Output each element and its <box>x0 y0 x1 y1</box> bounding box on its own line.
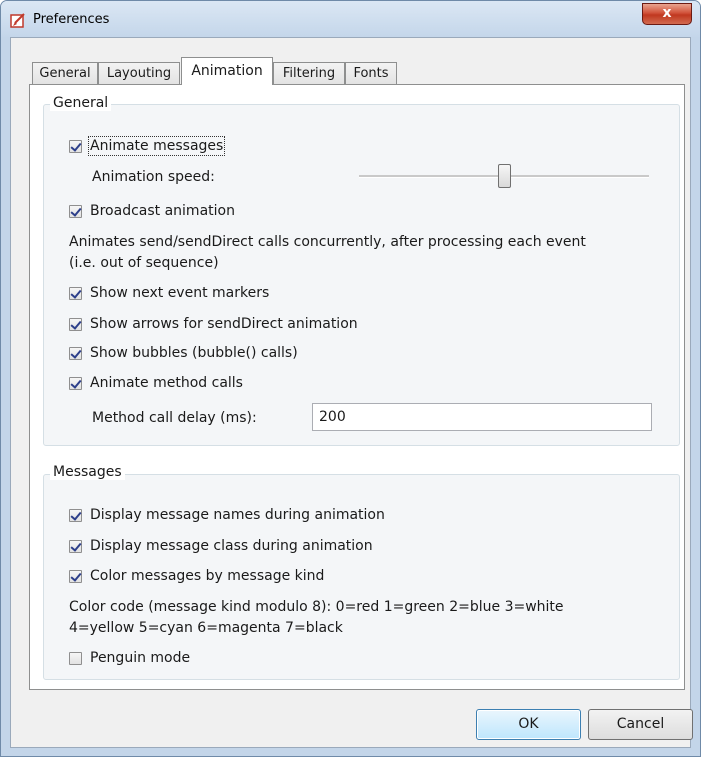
tab-label: General <box>39 66 91 81</box>
checkbox-label: Display message names during animation <box>90 507 385 523</box>
checkbox-box[interactable] <box>69 376 82 390</box>
method-call-delay-input[interactable]: 200 <box>312 403 652 431</box>
tab-layouting[interactable]: Layouting <box>98 62 180 84</box>
checkbox-box[interactable] <box>69 346 82 360</box>
animate-method-calls-checkbox[interactable]: Animate method calls <box>69 373 243 393</box>
display-message-class-checkbox[interactable]: Display message class during animation <box>69 536 373 556</box>
display-message-names-checkbox[interactable]: Display message names during animation <box>69 505 385 525</box>
show-bubbles-checkbox[interactable]: Show bubbles (bubble() calls) <box>69 343 298 363</box>
checkbox-box[interactable] <box>69 139 82 153</box>
tab-label: Animation <box>191 63 263 79</box>
ok-button[interactable]: OK <box>476 709 581 740</box>
checkbox-box[interactable] <box>69 204 82 218</box>
broadcast-description-line1: Animates send/sendDirect calls concurren… <box>69 234 586 250</box>
window-title: Preferences <box>33 12 110 27</box>
tab-general[interactable]: General <box>32 62 98 84</box>
checkbox-box[interactable] <box>69 286 82 300</box>
tab-label: Fonts <box>353 66 389 81</box>
color-by-kind-checkbox[interactable]: Color messages by message kind <box>69 566 324 586</box>
tab-fonts[interactable]: Fonts <box>345 62 397 84</box>
broadcast-description-line2: (i.e. out of sequence) <box>69 255 219 271</box>
checkbox-label: Show bubbles (bubble() calls) <box>90 345 298 361</box>
broadcast-animation-checkbox[interactable]: Broadcast animation <box>69 201 235 221</box>
animation-speed-slider-thumb[interactable] <box>498 164 511 188</box>
checkbox-label: Color messages by message kind <box>90 568 325 584</box>
checkbox-box[interactable] <box>69 569 82 583</box>
general-group-title: General <box>50 95 112 111</box>
app-icon <box>10 13 25 28</box>
checkbox-label: Show arrows for sendDirect animation <box>90 316 358 332</box>
color-code-line2: 4=yellow 5=cyan 6=magenta 7=black <box>69 620 343 636</box>
tab-label: Layouting <box>106 66 172 81</box>
tab-filtering[interactable]: Filtering <box>273 62 345 84</box>
checkbox-box[interactable] <box>69 539 82 553</box>
tab-label: Filtering <box>282 66 336 81</box>
ok-button-label: OK <box>518 716 539 732</box>
cancel-button-label: Cancel <box>616 716 665 732</box>
checkbox-label: Animate messages <box>87 136 226 156</box>
close-icon: x <box>662 5 672 21</box>
color-code-line1: Color code (message kind modulo 8): 0=re… <box>69 599 564 615</box>
checkbox-box[interactable] <box>69 317 82 331</box>
cancel-button[interactable]: Cancel <box>588 709 693 740</box>
title-bar[interactable]: Preferences x <box>1 1 700 37</box>
checkbox-box[interactable] <box>69 651 82 665</box>
checkbox-label: Show next event markers <box>90 285 270 301</box>
checkbox-label: Broadcast animation <box>90 203 235 219</box>
animation-speed-label: Animation speed: <box>92 169 215 185</box>
checkbox-box[interactable] <box>69 508 82 522</box>
close-button[interactable]: x <box>642 3 692 25</box>
checkbox-label: Display message class during animation <box>90 538 373 554</box>
method-call-delay-label: Method call delay (ms): <box>92 410 257 426</box>
show-arrows-checkbox[interactable]: Show arrows for sendDirect animation <box>69 314 358 334</box>
show-next-event-markers-checkbox[interactable]: Show next event markers <box>69 283 269 303</box>
penguin-mode-checkbox[interactable]: Penguin mode <box>69 648 190 668</box>
checkbox-label: Animate method calls <box>90 375 243 391</box>
messages-group-title: Messages <box>50 464 125 480</box>
tab-animation[interactable]: Animation <box>181 57 273 85</box>
input-value: 200 <box>319 409 346 425</box>
animate-messages-checkbox[interactable]: Animate messages <box>69 136 226 156</box>
checkbox-label: Penguin mode <box>90 650 191 666</box>
